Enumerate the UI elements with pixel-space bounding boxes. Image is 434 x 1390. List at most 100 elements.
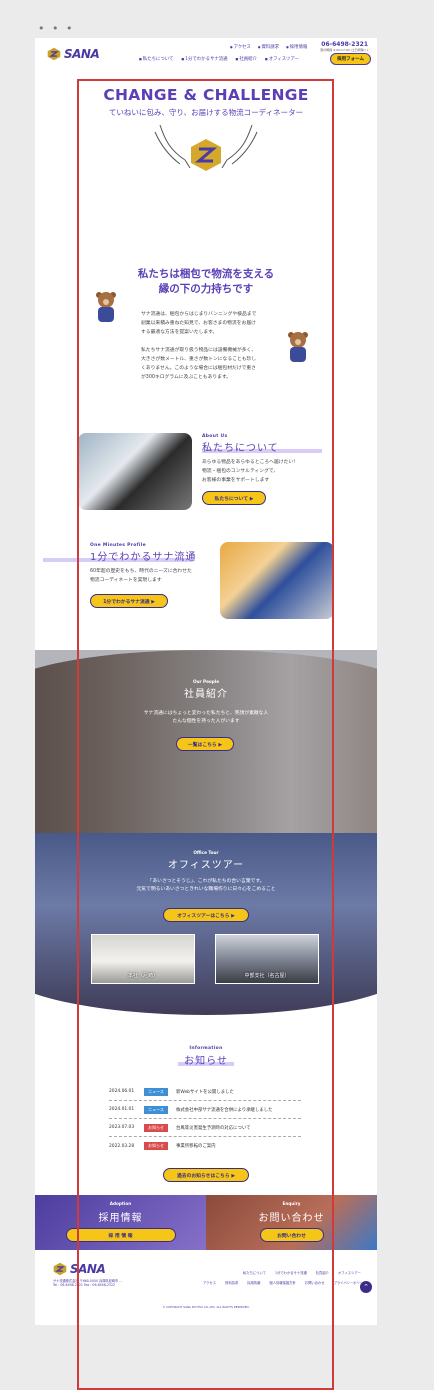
recruit-banner-title: 採用情報 bbox=[98, 1213, 143, 1224]
intro-paragraph-2: 私たちサナ流通が取り扱う物品には設備機械が多く、 大きさが数メートル、重さが数ト… bbox=[141, 346, 256, 382]
news-item[interactable]: 2024.01.01 ニュース 株式会社中部サナ流通を合併により承継しました bbox=[109, 1101, 301, 1119]
staff-line: サナ流通にはちょっと変わった私たちと、笑顔が素敵な人 bbox=[143, 711, 269, 716]
phone-number: 06-6498-2321 bbox=[321, 41, 368, 48]
hero-title: CHANGE & CHALLENGE bbox=[103, 86, 309, 104]
footer-link[interactable]: お問い合わせ bbox=[305, 1280, 325, 1285]
news-date: 2022.03.28 bbox=[109, 1143, 135, 1149]
news-tag: ニュース bbox=[144, 1087, 168, 1096]
recruit-banner-button[interactable]: 採 用 情 報 bbox=[65, 1228, 176, 1242]
intro-p1-line: する最適な方法を提案いたします。 bbox=[141, 330, 218, 335]
intro-title-line1: 私たちは梱包で物流を支える bbox=[137, 268, 275, 280]
recruit-form-button[interactable]: 採用フォーム bbox=[330, 53, 371, 65]
footer-copyright: © COPYRIGHT SANA RYUTSU CO.,LTD. ALL RIG… bbox=[162, 1305, 250, 1309]
news-tag: お知らせ bbox=[144, 1142, 168, 1150]
footer: SANA サナ流通株式会社 〒660-0000 兵庫県尼崎市 ... Tel :… bbox=[35, 1250, 377, 1325]
tour-eyebrow: Office Tour bbox=[193, 850, 219, 855]
nav-about[interactable]: 私たちについて bbox=[139, 56, 174, 62]
tour-line: 「あいさつとそうじ」、これが私たちの合い言葉です。 bbox=[147, 879, 265, 884]
news-item[interactable]: 2022.03.28 お知らせ 事業所移転のご案内 bbox=[109, 1137, 301, 1155]
hero-logo-icon bbox=[191, 139, 221, 171]
office-photo-chubu-label: 中部支社（名古屋） bbox=[244, 973, 290, 979]
bear-mascot-left-icon bbox=[96, 292, 116, 322]
news-date: 2024.06.01 bbox=[109, 1089, 135, 1094]
footer-link[interactable]: 個人情報保護方針 bbox=[269, 1280, 295, 1285]
tour-button[interactable]: オフィスツアーはこちら ▶ bbox=[163, 908, 249, 922]
about-line: お客様の事業をサポートします bbox=[202, 478, 270, 483]
contact-banner-title: お問い合わせ bbox=[258, 1213, 325, 1224]
intro-title-line2: 縁の下の力持ちです bbox=[158, 283, 254, 295]
intro-p2-line: 大きさが数メートル、重さが数トンになることも珍し bbox=[141, 357, 257, 362]
staff-title: 社員紹介 bbox=[184, 689, 228, 700]
news-item[interactable]: 2024.06.01 ニュース 新Webサイトを公開しました bbox=[109, 1083, 301, 1101]
site-logo[interactable]: SANA bbox=[47, 47, 100, 61]
footer-logo-text: SANA bbox=[70, 1262, 106, 1276]
contact-banner-eyebrow: Enquiry bbox=[282, 1201, 301, 1206]
intro-p2-line: くありません。このような場合には梱包材だけで重さ bbox=[141, 366, 256, 371]
footer-link[interactable]: オフィスツアー bbox=[338, 1270, 361, 1275]
footer-logo[interactable]: SANA bbox=[53, 1262, 106, 1276]
profile-line: 60年超の歴史をもち、時代のニーズに合わせた bbox=[90, 569, 192, 574]
footer-nav-row2: アクセス 資料請求 採用情報 個人情報保護方針 お問い合わせ プライバシーポリシ… bbox=[203, 1280, 366, 1285]
intro-p1-line: サナ流通は、梱包からはじまりバンニングや検品まで bbox=[141, 312, 257, 317]
top-links: アクセス 資料請求 採用情報 bbox=[230, 44, 308, 50]
profile-text: 60年超の歴史をもち、時代のニーズに合わせた 物流コーディネートを実現します bbox=[90, 567, 192, 585]
about-line: あらゆる物品をあらゆるところへ届けたい！ bbox=[202, 460, 298, 465]
news-text: 新Webサイトを公開しました bbox=[176, 1089, 234, 1095]
news-title: お知らせ bbox=[184, 1056, 228, 1067]
staff-button[interactable]: 一覧はこちら ▶ bbox=[176, 737, 234, 751]
footer-link[interactable]: 私たちについて bbox=[243, 1270, 266, 1275]
nav-staff[interactable]: 社員紹介 bbox=[236, 56, 257, 62]
news-item[interactable]: 2023.07.03 お知らせ 台風等災害発生予測時の対応について bbox=[109, 1119, 301, 1137]
footer-logo-mark-icon bbox=[53, 1262, 67, 1276]
news-text: 株式会社中部サナ流通を合併により承継しました bbox=[176, 1107, 273, 1113]
office-photo-chubu[interactable]: 中部支社（名古屋） bbox=[215, 934, 319, 984]
contact-banner[interactable]: Enquiry お問い合わせ お問い合わせ bbox=[206, 1195, 377, 1250]
news-date: 2024.01.01 bbox=[109, 1107, 135, 1112]
news-tag: お知らせ bbox=[144, 1123, 168, 1132]
profile-title: 1分でわかるサナ流通 bbox=[90, 552, 197, 563]
intro-p1-line: 創業以来積み重ねた知見で、お客さまの物流をお届け bbox=[141, 321, 256, 326]
about-text: あらゆる物品をあらゆるところへ届けたい！ 物流・梱包のコンサルティングで、 お客… bbox=[202, 458, 298, 485]
news-date: 2023.07.03 bbox=[109, 1125, 135, 1130]
about-photo bbox=[78, 433, 192, 510]
profile-photo bbox=[220, 542, 334, 619]
staff-eyebrow: Our People bbox=[192, 679, 220, 684]
top-link-documents[interactable]: 資料請求 bbox=[258, 44, 280, 50]
profile-line: 物流コーディネートを実現します bbox=[90, 578, 162, 583]
intro-title: 私たちは梱包で物流を支える 縁の下の力持ちです bbox=[35, 267, 377, 297]
nav-profile[interactable]: 1分でわかるサナ流通 bbox=[181, 56, 227, 62]
nav-office-tour[interactable]: オフィスツアー bbox=[265, 56, 299, 62]
footer-nav-row1: 私たちについて 1分でわかるサナ流通 社員紹介 オフィスツアー bbox=[243, 1270, 361, 1275]
about-title: 私たちについて bbox=[202, 443, 279, 454]
footer-link[interactable]: 社員紹介 bbox=[316, 1270, 329, 1275]
intro-p2-line: 私たちサナ流通が取り扱う物品には設備機械が多く、 bbox=[141, 348, 257, 353]
phone-hours: 受付時間 9:00-17:00 (土日祝除く) bbox=[320, 48, 368, 52]
office-photo-headquarters-label: 本社（尼崎） bbox=[127, 973, 158, 979]
footer-link[interactable]: 1分でわかるサナ流通 bbox=[275, 1270, 307, 1275]
tour-text: 「あいさつとそうじ」、これが私たちの合い言葉です。 元気で明るいあいさつときれい… bbox=[35, 878, 377, 894]
footer-link[interactable]: 採用情報 bbox=[247, 1280, 260, 1285]
phone-block[interactable]: 06-6498-2321 受付時間 9:00-17:00 (土日祝除く) bbox=[320, 41, 368, 52]
news-text: 事業所移転のご案内 bbox=[176, 1144, 216, 1149]
contact-banner-button[interactable]: お問い合わせ bbox=[259, 1228, 324, 1242]
main-nav: 私たちについて 1分でわかるサナ流通 社員紹介 オフィスツアー bbox=[139, 56, 299, 62]
news-tag: ニュース bbox=[144, 1105, 168, 1114]
about-line: 物流・梱包のコンサルティングで、 bbox=[202, 469, 279, 474]
footer-link[interactable]: アクセス bbox=[203, 1280, 216, 1285]
top-link-access[interactable]: アクセス bbox=[230, 44, 251, 50]
logo-text: SANA bbox=[64, 47, 100, 61]
news-eyebrow: Information bbox=[189, 1046, 223, 1051]
webpage: SANA アクセス 資料請求 採用情報 06-6498-2321 受付時間 9:… bbox=[35, 38, 377, 1325]
footer-link[interactable]: 資料請求 bbox=[225, 1280, 238, 1285]
intro-p2-line: が300キログラムに及ぶこともあります。 bbox=[141, 375, 232, 380]
about-button[interactable]: 私たちについて ▶ bbox=[202, 491, 266, 505]
news-list: 2024.06.01 ニュース 新Webサイトを公開しました 2024.01.0… bbox=[109, 1083, 301, 1155]
top-link-recruit[interactable]: 採用情報 bbox=[286, 44, 308, 50]
recruit-banner[interactable]: Adoption 採用情報 採 用 情 報 bbox=[35, 1195, 206, 1250]
news-archive-button[interactable]: 過去のお知らせはこちら ▶ bbox=[163, 1168, 249, 1182]
intro-paragraph-1: サナ流通は、梱包からはじまりバンニングや検品まで 創業以来積み重ねた知見で、お客… bbox=[141, 310, 256, 337]
logo-mark-icon bbox=[47, 47, 61, 61]
back-to-top-icon[interactable]: ⌃ bbox=[360, 1281, 372, 1293]
office-photo-headquarters[interactable]: 本社（尼崎） bbox=[91, 934, 195, 984]
profile-button[interactable]: 1分でわかるサナ流通 ▶ bbox=[90, 594, 168, 608]
